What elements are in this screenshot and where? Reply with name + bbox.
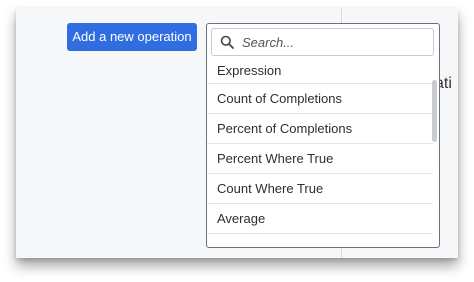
search-box[interactable]	[211, 28, 434, 56]
options-list: Expression Count of Completions Percent …	[207, 60, 433, 234]
app-window: Add a new operation ati Expression Count…	[16, 8, 458, 258]
search-icon	[220, 35, 234, 49]
add-operation-button[interactable]: Add a new operation	[67, 23, 197, 51]
option-average[interactable]: Average	[207, 204, 433, 234]
option-percent-of-completions[interactable]: Percent of Completions	[207, 114, 433, 144]
option-percent-where-true[interactable]: Percent Where True	[207, 144, 433, 174]
option-count-of-completions[interactable]: Count of Completions	[207, 84, 433, 114]
option-count-where-true[interactable]: Count Where True	[207, 174, 433, 204]
search-input[interactable]	[242, 32, 422, 52]
scrollbar-thumb[interactable]	[432, 80, 437, 142]
operation-dropdown: Expression Count of Completions Percent …	[206, 23, 440, 248]
option-expression[interactable]: Expression	[207, 60, 433, 84]
